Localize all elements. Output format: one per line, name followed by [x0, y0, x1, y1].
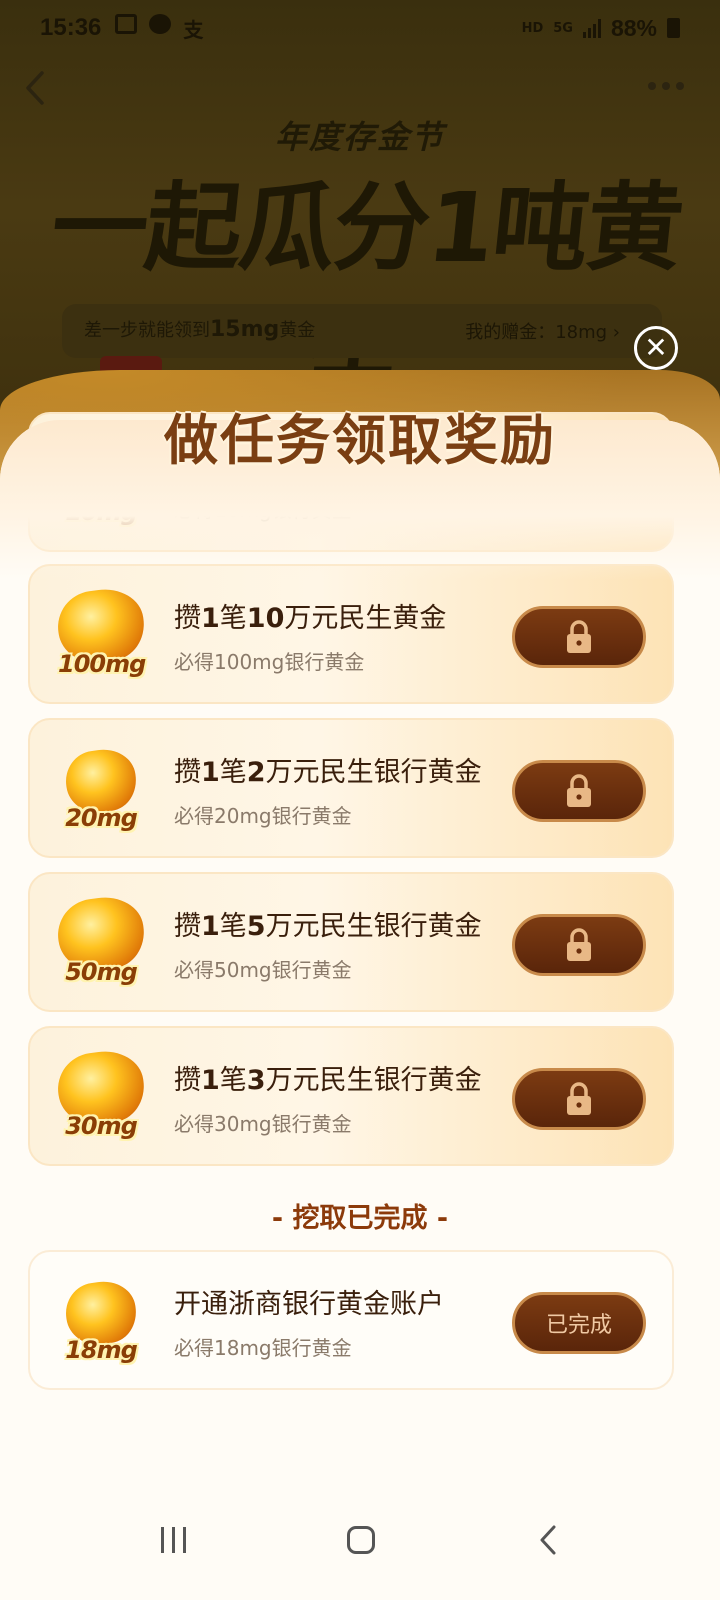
- lock-icon: [567, 774, 591, 807]
- nugget-weight-label: 50mg: [65, 958, 138, 986]
- nugget-weight-label: 10mg: [65, 498, 138, 526]
- battery-icon: [667, 18, 680, 38]
- locked-button[interactable]: [512, 914, 646, 976]
- recent-apps-icon[interactable]: [160, 1527, 186, 1553]
- nugget-weight-label: 20mg: [65, 804, 138, 832]
- 5g-label: 5G: [553, 20, 573, 36]
- system-nav-bar: [0, 1480, 720, 1600]
- task-reward-text: 必得10mg银行黄金: [174, 498, 352, 522]
- gold-nugget-icon: 18mg: [58, 1276, 144, 1364]
- status-time: 15:36: [40, 14, 102, 41]
- task-reward-text: 必得50mg银行黄金: [174, 958, 352, 982]
- task-title: 攒1笔3万元民生银行黄金: [174, 1065, 482, 1096]
- completed-button[interactable]: 已完成: [512, 1292, 646, 1354]
- sheet-title: 做任务领取奖励: [164, 409, 556, 472]
- task-card: 50mg 攒1笔5万元民生银行黄金 必得50mg银行黄金: [28, 872, 674, 1012]
- locked-button[interactable]: [512, 606, 646, 668]
- completed-task-card: 18mg 开通浙商银行黄金账户 必得18mg银行黄金 已完成: [28, 1250, 674, 1390]
- task-card: 20mg 攒1笔2万元民生银行黄金 必得20mg银行黄金: [28, 718, 674, 858]
- status-bar: 15:36 支 HD 5G 88%: [0, 0, 720, 56]
- nugget-weight-label: 30mg: [65, 1112, 138, 1140]
- task-reward-text: 必得20mg银行黄金: [174, 804, 352, 828]
- task-title: 攒1笔2万元民生银行黄金: [174, 757, 482, 788]
- nugget-weight-label: 100mg: [58, 650, 146, 678]
- nugget-weight-label: 18mg: [65, 1336, 138, 1364]
- lock-icon: [567, 620, 591, 653]
- battery-percent: 88%: [610, 14, 657, 41]
- home-icon[interactable]: [347, 1526, 376, 1554]
- gold-nugget-icon: 100mg: [53, 584, 149, 678]
- lock-icon: [567, 1082, 591, 1115]
- task-title: 攒1笔10万元民生黄金: [174, 603, 447, 634]
- gallery-icon: [115, 13, 138, 34]
- task-reward-text: 必得100mg银行黄金: [174, 650, 365, 674]
- lock-icon: [567, 928, 591, 961]
- task-title: 开通浙商银行黄金账户: [174, 1289, 444, 1320]
- alipay-icon: 支: [183, 17, 204, 42]
- task-reward-text: 必得18mg银行黄金: [174, 1336, 352, 1360]
- signal-icon: [582, 18, 601, 38]
- promo-progress-text: 差一步就能领到15mg黄金: [84, 317, 316, 342]
- task-reward-text: 必得30mg银行黄金: [174, 1112, 352, 1136]
- status-right: HD 5G 88%: [522, 15, 680, 42]
- more-dots-icon[interactable]: [648, 82, 684, 90]
- nav-back-icon[interactable]: [537, 1524, 559, 1556]
- gold-nugget-icon: 30mg: [53, 1046, 149, 1140]
- gold-nugget-icon: 20mg: [58, 744, 144, 832]
- back-arrow-icon[interactable]: [22, 70, 52, 106]
- locked-button[interactable]: [512, 1068, 646, 1130]
- chat-icon: [149, 13, 172, 34]
- close-icon[interactable]: ✕: [634, 326, 678, 370]
- locked-button[interactable]: [512, 760, 646, 822]
- gold-nugget-icon: 50mg: [53, 892, 149, 986]
- task-card: 100mg 攒1笔10万元民生黄金 必得100mg银行黄金: [28, 564, 674, 704]
- my-gift-gold-link[interactable]: 我的赠金：18mg ›: [465, 318, 620, 344]
- status-left-icons: 支: [115, 13, 204, 43]
- task-title: 攒1笔5万元民生银行黄金: [174, 911, 482, 942]
- completed-section-label: - 挖取已完成 -: [271, 1203, 449, 1234]
- task-card: 30mg 攒1笔3万元民生银行黄金 必得30mg银行黄金: [28, 1026, 674, 1166]
- hd-label: HD: [521, 20, 544, 36]
